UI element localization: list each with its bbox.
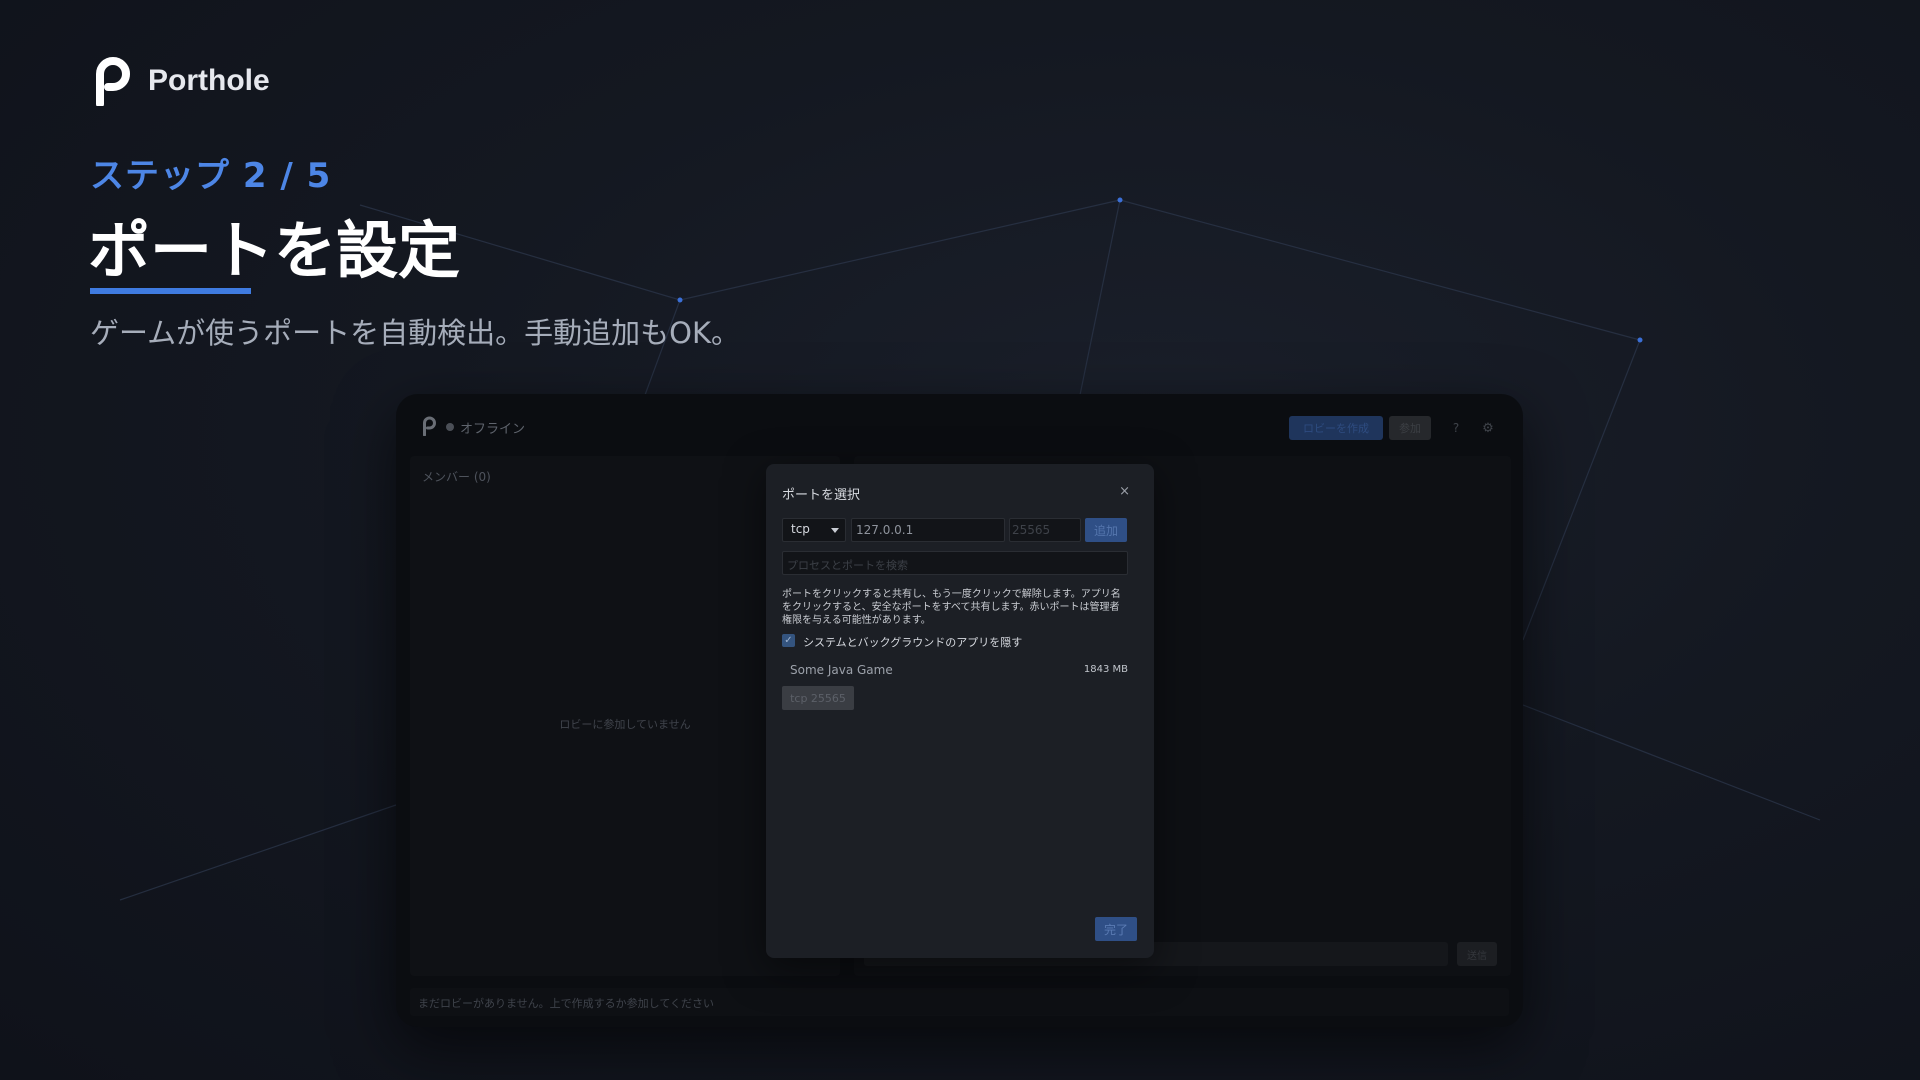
close-icon[interactable]: × — [1119, 484, 1130, 499]
add-port-button[interactable]: 追加 — [1085, 518, 1127, 542]
done-button[interactable]: 完了 — [1095, 917, 1137, 941]
ip-input[interactable]: 127.0.0.1 — [851, 518, 1005, 542]
step-indicator: ステップ 2 / 5 — [90, 156, 332, 196]
dialog-title: ポートを選択 — [782, 488, 861, 503]
chevron-down-icon — [831, 528, 839, 533]
port-input[interactable]: 25565 — [1009, 518, 1081, 542]
porthole-logo-icon — [96, 57, 130, 106]
status-bar: まだロビーがありません。上で作成するか参加してください — [410, 988, 1509, 1016]
port-select-dialog: ポートを選択 × tcp 127.0.0.1 25565 追加 プロセスとポート… — [766, 464, 1154, 958]
help-button[interactable]: ? — [1446, 416, 1466, 440]
status-dot — [446, 423, 454, 431]
members-title: メンバー (0) — [422, 470, 491, 484]
help-text: ポートをクリックすると共有し、もう一度クリックで解除します。アプリ名をクリックす… — [782, 589, 1121, 626]
protocol-select[interactable]: tcp — [782, 518, 846, 542]
gear-icon: ⚙ — [1482, 420, 1494, 436]
hide-system-label[interactable]: システムとバックグラウンドのアプリを隠す — [803, 634, 1022, 650]
brand-name: Porthole — [148, 64, 270, 97]
status-bar-text: まだロビーがありません。上で作成するか参加してください — [418, 997, 715, 1010]
app-memory: 1843 MB — [1083, 664, 1128, 675]
process-search-input[interactable]: プロセスとポートを検索 — [782, 551, 1128, 575]
app-header: オフライン ロビーを作成 参加 ? ⚙ — [396, 394, 1523, 456]
brand: Porthole — [94, 56, 270, 106]
connection-status: オフライン — [460, 422, 526, 437]
page-subtitle: ゲームが使うポートを自動検出。手動追加もOK。 — [90, 316, 740, 350]
title-underline — [90, 288, 251, 294]
create-lobby-button[interactable]: ロビーを作成 — [1289, 416, 1383, 440]
page-title: ポートを設定 — [88, 214, 461, 287]
join-lobby-button[interactable]: 参加 — [1389, 416, 1431, 440]
protocol-value: tcp — [791, 522, 810, 536]
app-logo-icon — [423, 416, 436, 436]
port-chip[interactable]: tcp 25565 — [782, 686, 854, 710]
chat-send-button[interactable]: 送信 — [1457, 942, 1497, 966]
app-name[interactable]: Some Java Game — [790, 663, 893, 677]
hide-system-checkbox[interactable]: ✓ — [782, 634, 795, 647]
settings-button[interactable]: ⚙ — [1478, 416, 1498, 440]
